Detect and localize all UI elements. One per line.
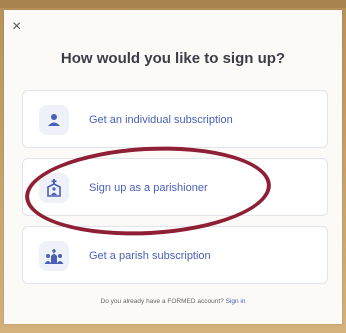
sign-in-link[interactable]: Sign in bbox=[226, 298, 246, 305]
dialog-title: How would you like to sign up? bbox=[60, 50, 286, 67]
parish-group-icon bbox=[39, 241, 69, 271]
parish-subscription-option[interactable]: Get a parish subscription bbox=[22, 226, 328, 284]
option-label: Get an individual subscription bbox=[89, 114, 233, 126]
footer-text: Do you already have a FORMED account? bbox=[100, 298, 224, 305]
signup-dialog: × How would you like to sign up? Get an … bbox=[4, 10, 342, 324]
top-strip bbox=[0, 0, 346, 8]
close-icon[interactable]: × bbox=[12, 19, 26, 35]
church-person-icon bbox=[39, 173, 69, 203]
option-label: Get a parish subscription bbox=[89, 250, 211, 262]
person-icon bbox=[39, 105, 69, 135]
option-label: Sign up as a parishioner bbox=[89, 182, 208, 194]
individual-subscription-option[interactable]: Get an individual subscription bbox=[22, 90, 328, 148]
sign-in-prompt: Do you already have a FORMED account? Si… bbox=[4, 298, 342, 305]
parishioner-option[interactable]: Sign up as a parishioner bbox=[22, 158, 328, 216]
